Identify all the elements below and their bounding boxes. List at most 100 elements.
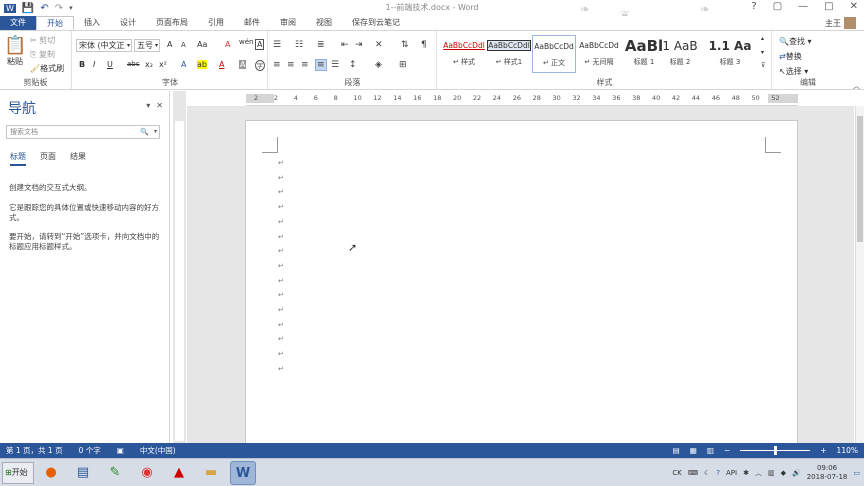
folder-icon[interactable]: ▬ xyxy=(198,461,224,485)
shrink-font-icon[interactable]: A xyxy=(181,41,186,49)
nav-tab-headings[interactable]: 标题 xyxy=(10,151,26,166)
bullets-icon[interactable]: ☰ xyxy=(273,40,281,50)
moon-icon[interactable]: ☾ xyxy=(704,469,710,477)
maximize-button[interactable]: □ xyxy=(824,1,833,12)
tab-save-to-cloud[interactable]: 保存到云笔记 xyxy=(342,16,410,30)
show-marks-icon[interactable]: ¶ xyxy=(421,40,427,50)
phonetic-guide-icon[interactable]: wén xyxy=(239,38,253,46)
language-indicator[interactable]: 中文(中国) xyxy=(140,443,176,458)
scrollbar-thumb[interactable] xyxy=(857,116,863,242)
font-size-select[interactable]: 五号 ▾ xyxy=(134,39,160,52)
character-shading-icon[interactable]: A xyxy=(239,60,247,69)
superscript-button[interactable]: x² xyxy=(159,60,167,69)
tab-file[interactable]: 文件 xyxy=(0,16,36,30)
nav-search-input[interactable]: 搜索文档 🔍 ▾ xyxy=(6,125,160,139)
file-manager-icon[interactable]: ▤ xyxy=(70,461,96,485)
styles-scroll-down-icon[interactable]: ▾ xyxy=(761,49,764,56)
keyboard-icon[interactable]: ⌨ xyxy=(688,469,698,477)
character-border-icon[interactable]: A xyxy=(255,39,265,50)
numbering-icon[interactable]: ☷ xyxy=(295,40,303,50)
show-hidden-icon[interactable]: ︿ xyxy=(755,468,762,478)
collapse-ribbon-icon[interactable]: ︿ xyxy=(853,81,860,91)
copy-button[interactable]: ⎘ 复制 xyxy=(30,49,55,60)
style-item[interactable]: AaBbCcDdl ↵ 样式 xyxy=(442,35,486,73)
user-account[interactable]: 主王 xyxy=(825,17,856,29)
zoom-slider[interactable] xyxy=(740,446,811,455)
subscript-button[interactable]: x₂ xyxy=(145,60,153,69)
network-icon[interactable]: ▥ xyxy=(768,469,775,477)
chinese-layout-icon[interactable]: ✕ xyxy=(375,40,383,50)
show-desktop-icon[interactable]: ▭ xyxy=(853,469,860,477)
align-left-icon[interactable]: ≡ xyxy=(273,60,281,70)
help-icon[interactable]: ? xyxy=(716,469,720,477)
vertical-scrollbar[interactable] xyxy=(855,106,864,443)
styles-more-icon[interactable]: ⊽ xyxy=(761,62,765,69)
tab-page-layout[interactable]: 页面布局 xyxy=(146,16,198,30)
read-mode-icon[interactable]: ▤ xyxy=(673,443,680,458)
underline-button[interactable]: U xyxy=(107,60,113,69)
page-count[interactable]: 第 1 页，共 1 页 xyxy=(6,443,63,458)
nav-options-icon[interactable]: ▾ xyxy=(146,101,150,110)
close-button[interactable]: ✕ xyxy=(850,1,858,12)
styles-scroll-up-icon[interactable]: ▴ xyxy=(761,35,764,42)
firefox-icon[interactable]: ● xyxy=(38,461,64,485)
tab-design[interactable]: 设计 xyxy=(110,16,146,30)
change-case-icon[interactable]: Aa xyxy=(197,40,207,49)
line-spacing-icon[interactable]: ↕ xyxy=(349,60,357,70)
document-page[interactable]: ↵ ↵ ↵ ↵ ↵ ↵ ↵ ↵ ↵ ↵ ↵ ↵ ↵ ↵ ↵ xyxy=(245,120,798,450)
proofing-icon[interactable]: ▣ xyxy=(117,443,124,458)
print-layout-icon[interactable]: ▦ xyxy=(690,443,697,458)
select-button[interactable]: ↖选择 ▾ xyxy=(779,66,808,77)
enclose-character-icon[interactable]: 字 xyxy=(255,60,266,71)
tab-view[interactable]: 视图 xyxy=(306,16,342,30)
format-painter-button[interactable]: 🖌格式刷 xyxy=(30,63,64,74)
shading-icon[interactable]: ◈ xyxy=(375,60,382,70)
nav-tab-pages[interactable]: 页面 xyxy=(40,151,56,166)
style-item[interactable]: AaBbCcDd ↵ 无间隔 xyxy=(577,35,621,73)
word-count[interactable]: 0 个字 xyxy=(79,443,101,458)
start-button[interactable]: ⊞开始 xyxy=(2,462,34,484)
align-center-icon[interactable]: ≡ xyxy=(287,60,295,70)
replace-button[interactable]: ⇄替换 xyxy=(779,51,802,62)
horizontal-ruler[interactable]: 2 2 4 6 8 10 12 14 16 18 20 22 24 26 28 30 32 34 36 38 40 42 4… xyxy=(246,91,798,106)
tab-insert[interactable]: 插入 xyxy=(74,16,110,30)
help-button[interactable]: ? xyxy=(751,1,756,12)
style-item-normal[interactable]: AaBbCcDd ↵ 正文 xyxy=(532,35,576,73)
zoom-level[interactable]: 110% xyxy=(837,443,858,458)
font-name-select[interactable]: 宋体 (中文正 ▾ xyxy=(76,39,132,52)
tab-mailings[interactable]: 邮件 xyxy=(234,16,270,30)
borders-icon[interactable]: ⊞ xyxy=(399,60,407,70)
decrease-indent-icon[interactable]: ⇤ xyxy=(341,40,349,50)
zoom-in-button[interactable]: + xyxy=(820,443,826,458)
volume-icon[interactable]: 🔊 xyxy=(792,469,801,477)
clear-formatting-icon[interactable]: A xyxy=(225,40,230,49)
tab-references[interactable]: 引用 xyxy=(198,16,234,30)
clock[interactable]: 09:06 2018-07-18 xyxy=(807,464,848,482)
chevron-down-icon[interactable]: ▾ xyxy=(154,126,157,138)
increase-indent-icon[interactable]: ⇥ xyxy=(355,40,363,50)
italic-button[interactable]: I xyxy=(93,60,95,69)
minimize-button[interactable]: — xyxy=(798,1,808,12)
word-taskbar-icon[interactable]: W xyxy=(230,461,256,485)
shield-icon[interactable]: ◆ xyxy=(781,469,786,477)
bold-button[interactable]: B xyxy=(79,60,85,69)
ribbon-display-button[interactable]: ▢ xyxy=(773,1,782,12)
editor-icon[interactable]: ✎ xyxy=(102,461,128,485)
web-layout-icon[interactable]: ▥ xyxy=(707,443,714,458)
paste-button[interactable]: 📋 粘贴 xyxy=(4,35,26,67)
settings-icon[interactable]: ✱ xyxy=(743,469,749,477)
font-color-icon[interactable]: A xyxy=(219,60,224,69)
strikethrough-button[interactable]: abc xyxy=(127,60,140,68)
tab-review[interactable]: 审阅 xyxy=(270,16,306,30)
nav-close-icon[interactable]: ✕ xyxy=(156,101,163,110)
justify-icon[interactable]: ≡ xyxy=(315,59,327,71)
app-icon[interactable]: ▲ xyxy=(166,461,192,485)
distributed-icon[interactable]: ☰ xyxy=(331,60,339,70)
align-right-icon[interactable]: ≡ xyxy=(301,60,309,70)
style-item-heading2[interactable]: 1 AaB 标题 2 xyxy=(660,35,700,73)
tab-home[interactable]: 开始 xyxy=(36,16,74,30)
style-item[interactable]: AaBbCcDdl ↵ 样式1 xyxy=(487,35,531,73)
ime-indicator[interactable]: CK xyxy=(672,469,681,477)
cut-button[interactable]: ✂ 剪切 xyxy=(30,35,55,46)
nav-tab-results[interactable]: 结果 xyxy=(70,151,86,166)
